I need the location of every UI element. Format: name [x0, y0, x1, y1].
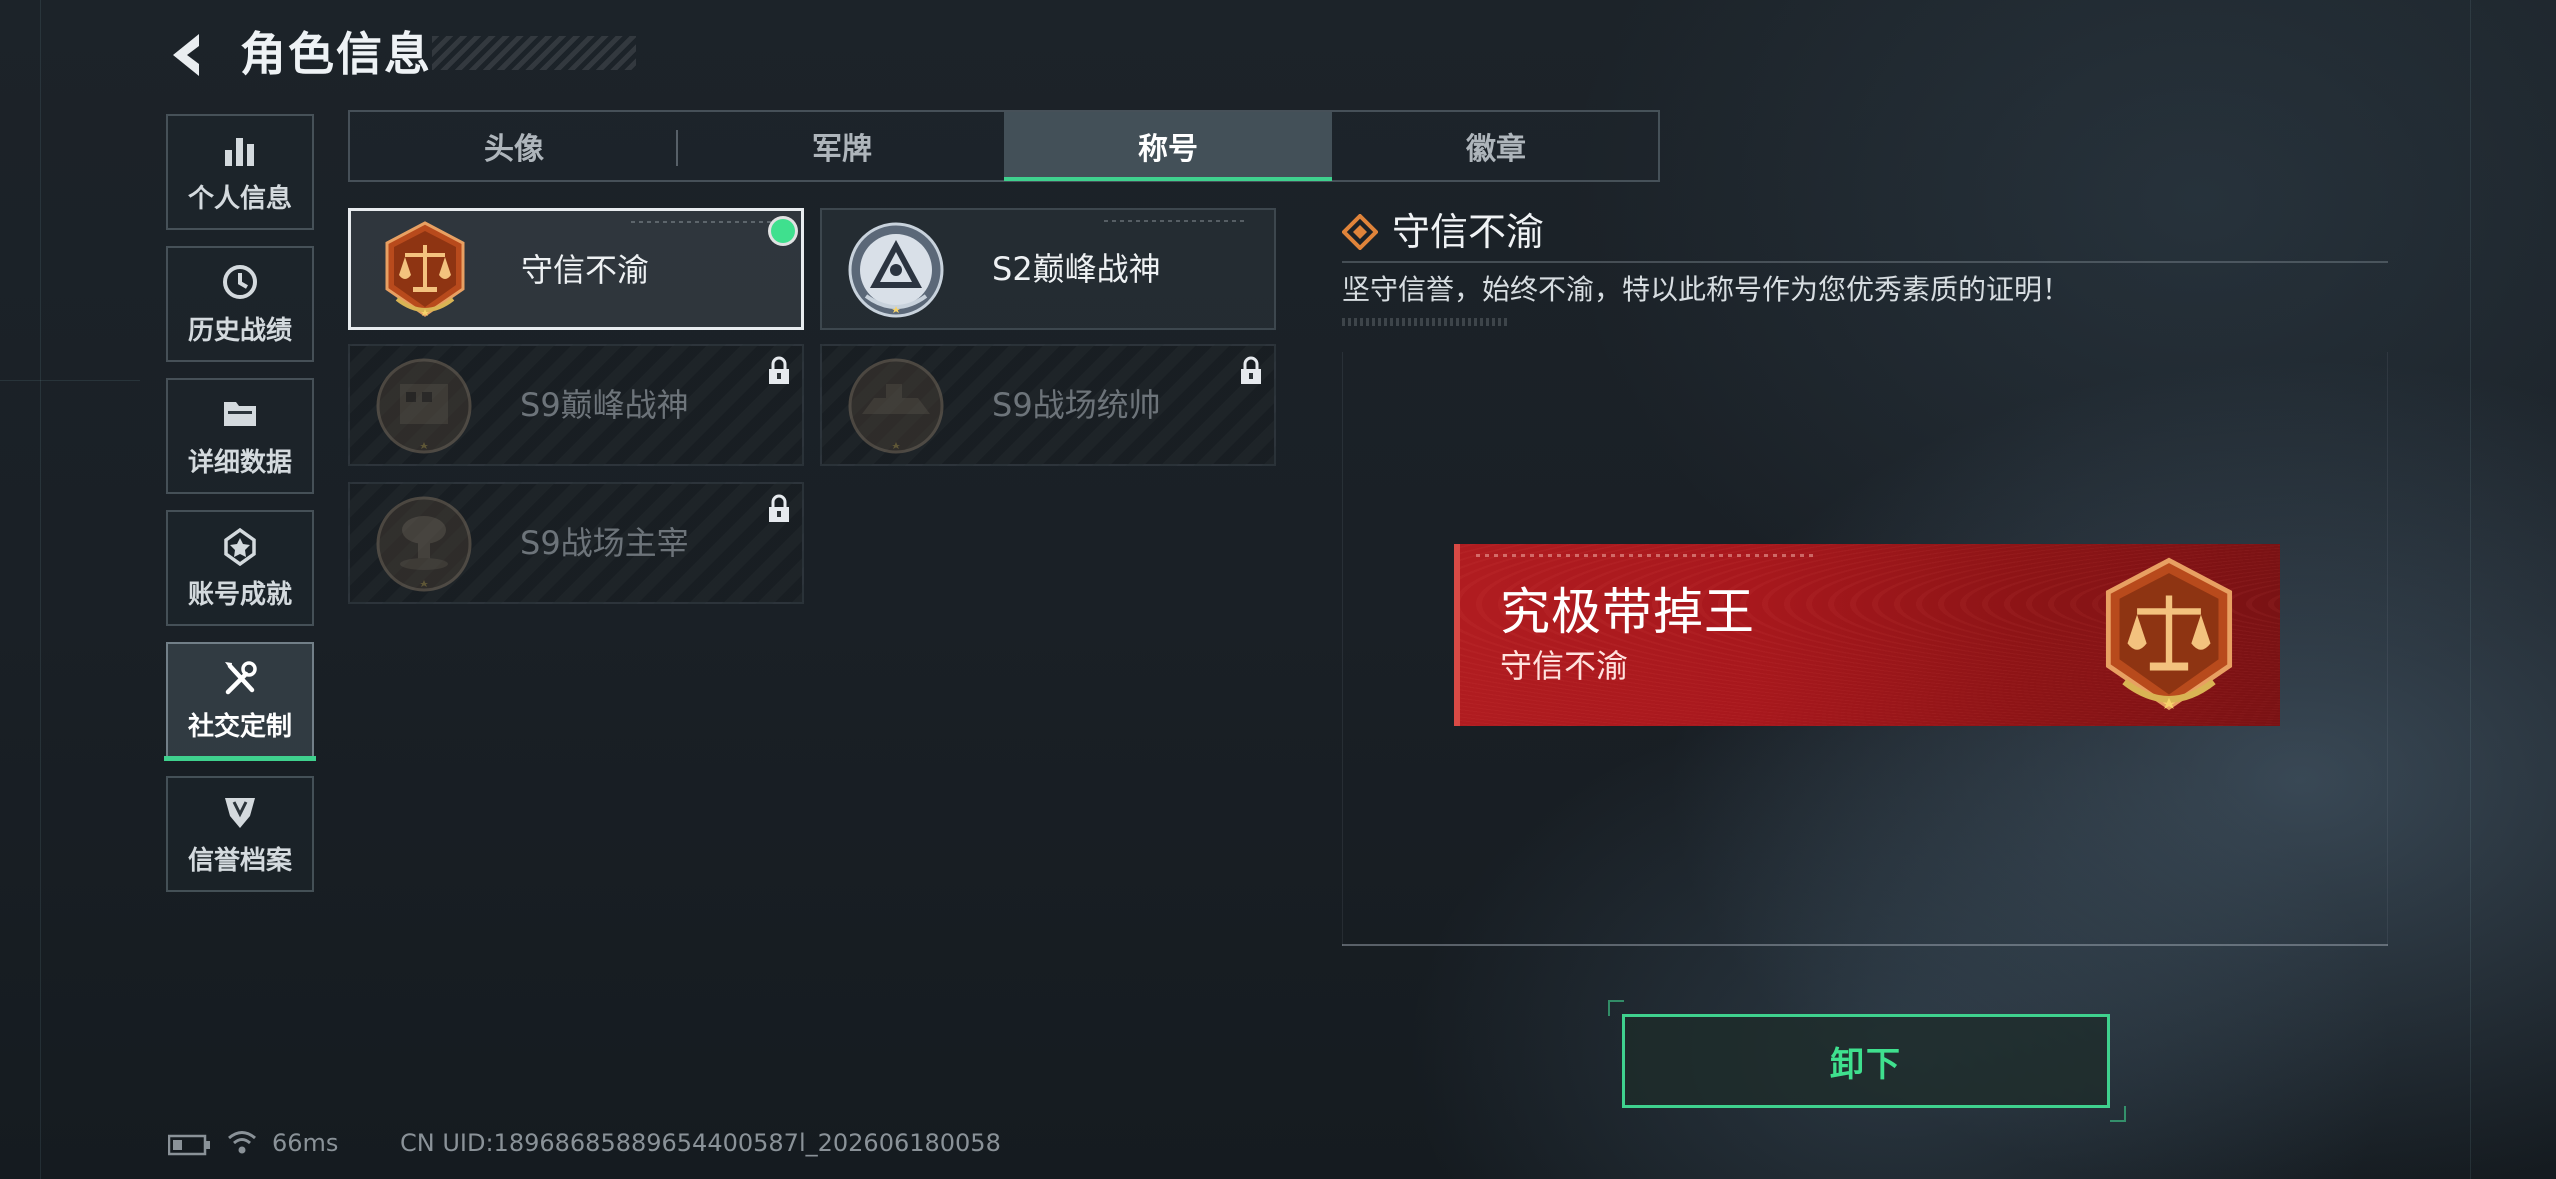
s9-dominator-emblem-icon [376, 496, 472, 592]
sidebar-item-label: 社交定制 [187, 711, 292, 742]
bar-chart-icon [225, 137, 254, 166]
ping-latency: 66ms [272, 1129, 339, 1157]
tab-title[interactable]: 称号 [1004, 112, 1332, 180]
button-corner-decoration [1608, 1000, 1624, 1016]
title-card-name: S9战场主宰 [520, 524, 689, 562]
battery-icon [168, 1134, 210, 1156]
banner-decoration [1476, 554, 1816, 557]
back-arrow-icon[interactable] [165, 30, 215, 80]
title-card[interactable]: 守信不渝 [348, 208, 804, 330]
title-decoration [432, 36, 636, 70]
achievement-icon [224, 527, 256, 566]
tab-badge[interactable]: 徽章 [1332, 112, 1660, 180]
hud-line [2470, 0, 2471, 1179]
tab-active-indicator [1004, 177, 1332, 181]
button-corner-decoration [2110, 1106, 2126, 1122]
hud-line [0, 380, 140, 381]
detail-title: 守信不渝 [1392, 210, 1545, 254]
title-card[interactable]: S9战场主宰 [348, 482, 804, 604]
s2-peak-emblem-icon [848, 222, 944, 318]
lock-icon [769, 494, 789, 522]
title-banner-preview: 究极带掉王 守信不渝 [1454, 544, 2280, 726]
scales-emblem-icon [385, 221, 465, 317]
banner-title-name: 守信不渝 [1500, 647, 1629, 685]
sidebar-item-history[interactable]: 历史战绩 [166, 246, 314, 362]
title-card-name: S9巅峰战神 [520, 386, 689, 424]
sidebar-active-indicator [164, 756, 316, 761]
sidebar-item-credit-record[interactable]: 信誉档案 [166, 776, 314, 892]
sidebar-item-personal-info[interactable]: 个人信息 [166, 114, 314, 230]
hud-line [40, 0, 41, 1179]
title-card-name: 守信不渝 [521, 251, 650, 289]
sidebar-item-detailed-data[interactable]: 详细数据 [166, 378, 314, 494]
card-decoration [631, 221, 771, 223]
lock-icon [769, 356, 789, 384]
sidebar-item-label: 详细数据 [187, 447, 292, 478]
credit-shield-icon [225, 797, 255, 828]
sidebar-item-label: 账号成就 [187, 579, 292, 610]
title-card[interactable]: S2巅峰战神 [820, 208, 1276, 330]
title-card-name: S9战场统帅 [992, 386, 1161, 424]
history-clock-icon [223, 264, 257, 299]
equipped-indicator [771, 219, 795, 243]
sidebar-item-social-custom[interactable]: 社交定制 [166, 642, 314, 758]
preview-baseline [1342, 944, 2388, 946]
detail-description: 坚守信誉，始终不渝，特以此称号作为您优秀素质的证明！ [1342, 273, 2071, 306]
detail-decoration [1342, 318, 1510, 326]
lock-icon [1241, 356, 1261, 384]
divider [1342, 261, 2388, 263]
scales-emblem-icon [2105, 557, 2233, 711]
title-card-name: S2巅峰战神 [992, 250, 1161, 288]
title-card[interactable]: S9巅峰战神 [348, 344, 804, 466]
s9-peak-emblem-icon [376, 358, 472, 454]
tab-military-tag[interactable]: 军牌 [678, 112, 1006, 180]
sidebar-item-label: 信誉档案 [187, 845, 292, 876]
folder-icon [224, 401, 256, 426]
sidebar-item-label: 个人信息 [187, 183, 292, 214]
page-title: 角色信息 [240, 27, 432, 81]
user-uid: CN UID:18968685889654400587l_20260618005… [400, 1129, 1001, 1157]
diamond-title-icon [1342, 214, 1378, 250]
wifi-icon [228, 1131, 256, 1154]
tools-icon [225, 660, 257, 694]
sidebar-item-achievements[interactable]: 账号成就 [166, 510, 314, 626]
unequip-button[interactable]: 卸下 [1622, 1014, 2110, 1108]
banner-player-name: 究极带掉王 [1500, 583, 1755, 641]
s9-commander-emblem-icon [848, 358, 944, 454]
sidebar-item-label: 历史战绩 [187, 315, 292, 346]
tab-avatar[interactable]: 头像 [350, 112, 678, 180]
title-card[interactable]: S9战场统帅 [820, 344, 1276, 466]
